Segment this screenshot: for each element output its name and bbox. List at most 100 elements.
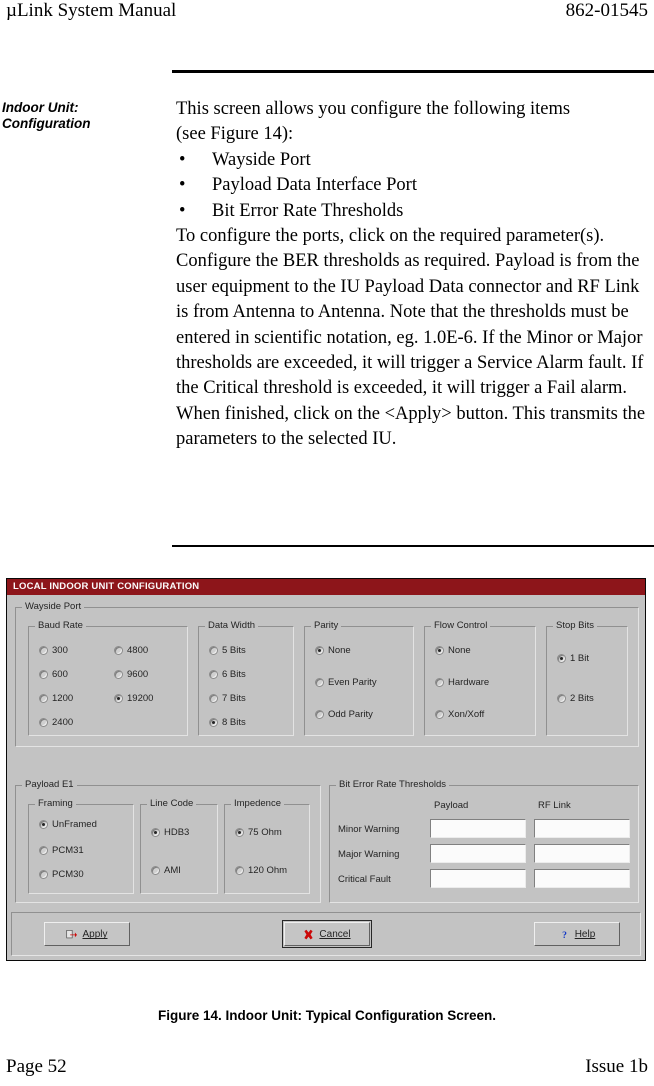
radio-indicator[interactable] xyxy=(557,694,566,703)
radio-indicator-selected[interactable] xyxy=(557,654,566,663)
group-payload-e1-label: Payload E1 xyxy=(22,779,77,790)
radio-data-width-7-bits[interactable]: 7 Bits xyxy=(209,693,246,704)
radio-label: 1 Bit xyxy=(570,653,590,664)
apply-icon xyxy=(66,929,78,938)
radio-impedence-120-ohm[interactable]: 120 Ohm xyxy=(235,865,287,876)
group-payload-e1: Payload E1 Framing UnFramed PCM31 PCM30 … xyxy=(15,779,321,903)
radio-label: Xon/Xoff xyxy=(448,709,485,720)
group-wayside-port: Wayside Port Baud Rate 300 600 1200 2400… xyxy=(15,601,639,747)
radio-baud-600[interactable]: 600 xyxy=(39,669,68,680)
radio-indicator-selected[interactable] xyxy=(209,718,218,727)
manual-title: µLink System Manual xyxy=(6,0,177,21)
radio-indicator-selected[interactable] xyxy=(435,646,444,655)
radio-data-width-6-bits[interactable]: 6 Bits xyxy=(209,669,246,680)
bullet-glyph: • xyxy=(179,149,186,170)
radio-indicator[interactable] xyxy=(435,710,444,719)
radio-line-code-hdb3[interactable]: HDB3 xyxy=(151,827,189,838)
radio-baud-19200[interactable]: 19200 xyxy=(114,693,153,704)
radio-label: AMI xyxy=(164,865,181,876)
body-text-column: This screen allows you configure the fol… xyxy=(176,97,650,453)
input-minor-warning-payload[interactable] xyxy=(430,819,526,838)
list-item: • Payload Data Interface Port xyxy=(176,173,650,198)
dialog-title: LOCAL INDOOR UNIT CONFIGURATION xyxy=(13,581,200,592)
intro-line-2: (see Figure 14): xyxy=(176,124,294,145)
radio-indicator[interactable] xyxy=(114,670,123,679)
radio-indicator[interactable] xyxy=(315,710,324,719)
radio-data-width-5-bits[interactable]: 5 Bits xyxy=(209,645,246,656)
radio-framing-unframed[interactable]: UnFramed xyxy=(39,819,97,830)
row-label-critical-fault: Critical Fault xyxy=(338,874,391,885)
radio-line-code-ami[interactable]: AMI xyxy=(151,865,181,876)
radio-indicator[interactable] xyxy=(209,694,218,703)
input-critical-fault-rf-link[interactable] xyxy=(534,869,630,888)
radio-indicator[interactable] xyxy=(39,846,48,855)
cancel-button[interactable]: Cancel xyxy=(282,920,372,948)
group-flow-control-label: Flow Control xyxy=(431,620,491,631)
bottom-horizontal-rule xyxy=(172,545,654,547)
radio-indicator-selected[interactable] xyxy=(235,828,244,837)
dialog-button-bar: Apply Cancel ? Help xyxy=(11,912,641,956)
radio-flow-hardware[interactable]: Hardware xyxy=(435,677,489,688)
group-ber-thresholds-label: Bit Error Rate Thresholds xyxy=(336,779,450,790)
input-major-warning-rf-link[interactable] xyxy=(534,844,630,863)
group-framing: Framing UnFramed PCM31 PCM30 xyxy=(28,798,134,894)
radio-indicator-selected[interactable] xyxy=(315,646,324,655)
radio-indicator[interactable] xyxy=(114,646,123,655)
list-item-label: Wayside Port xyxy=(212,149,311,170)
radio-label: Hardware xyxy=(448,677,490,688)
side-heading-line-2: Configuration xyxy=(2,116,91,131)
radio-indicator[interactable] xyxy=(435,678,444,687)
radio-indicator[interactable] xyxy=(39,646,48,655)
group-line-code: Line Code HDB3 AMI xyxy=(140,798,218,894)
radio-indicator[interactable] xyxy=(151,866,160,875)
radio-label: 7 Bits xyxy=(222,693,246,704)
radio-indicator-selected[interactable] xyxy=(114,694,123,703)
side-heading: Indoor Unit: Configuration xyxy=(2,100,162,132)
input-minor-warning-rf-link[interactable] xyxy=(534,819,630,838)
radio-label: 300 xyxy=(52,645,68,656)
radio-label: HDB3 xyxy=(164,827,190,838)
radio-data-width-8-bits[interactable]: 8 Bits xyxy=(209,717,246,728)
radio-label: Even Parity xyxy=(328,677,377,688)
radio-baud-4800[interactable]: 4800 xyxy=(114,645,148,656)
dialog-title-bar: LOCAL INDOOR UNIT CONFIGURATION xyxy=(7,579,645,595)
radio-label: 2400 xyxy=(52,717,74,728)
radio-stop-bits-2[interactable]: 2 Bits xyxy=(557,693,594,704)
radio-baud-300[interactable]: 300 xyxy=(39,645,68,656)
radio-stop-bits-1[interactable]: 1 Bit xyxy=(557,653,589,664)
radio-parity-none[interactable]: None xyxy=(315,645,351,656)
radio-impedence-75-ohm[interactable]: 75 Ohm xyxy=(235,827,282,838)
radio-indicator[interactable] xyxy=(235,866,244,875)
radio-indicator[interactable] xyxy=(39,694,48,703)
feature-bullet-list: • Wayside Port • Payload Data Interface … xyxy=(176,148,650,224)
radio-indicator[interactable] xyxy=(209,646,218,655)
document-number: 862-01545 xyxy=(565,0,648,21)
apply-button[interactable]: Apply xyxy=(44,922,130,946)
radio-baud-1200[interactable]: 1200 xyxy=(39,693,73,704)
list-item: • Wayside Port xyxy=(176,148,650,173)
radio-indicator[interactable] xyxy=(39,870,48,879)
radio-parity-even[interactable]: Even Parity xyxy=(315,677,377,688)
radio-flow-none[interactable]: None xyxy=(435,645,471,656)
input-critical-fault-payload[interactable] xyxy=(430,869,526,888)
radio-baud-2400[interactable]: 2400 xyxy=(39,717,73,728)
help-button[interactable]: ? Help xyxy=(534,922,620,946)
radio-flow-xon-xoff[interactable]: Xon/Xoff xyxy=(435,709,484,720)
radio-parity-odd[interactable]: Odd Parity xyxy=(315,709,373,720)
group-baud-rate: Baud Rate 300 600 1200 2400 4800 9600 19… xyxy=(28,620,188,736)
radio-indicator[interactable] xyxy=(39,718,48,727)
radio-indicator[interactable] xyxy=(209,670,218,679)
radio-baud-9600[interactable]: 9600 xyxy=(114,669,148,680)
issue-number: Issue 1b xyxy=(585,1056,648,1077)
radio-indicator[interactable] xyxy=(39,670,48,679)
radio-indicator[interactable] xyxy=(315,678,324,687)
radio-indicator-selected[interactable] xyxy=(39,820,48,829)
radio-indicator-selected[interactable] xyxy=(151,828,160,837)
radio-framing-pcm30[interactable]: PCM30 xyxy=(39,869,84,880)
svg-text:?: ? xyxy=(562,929,567,939)
dialog-body: Wayside Port Baud Rate 300 600 1200 2400… xyxy=(7,595,645,960)
list-item: • Bit Error Rate Thresholds xyxy=(176,199,650,224)
radio-framing-pcm31[interactable]: PCM31 xyxy=(39,845,84,856)
radio-label: PCM30 xyxy=(52,869,84,880)
input-major-warning-payload[interactable] xyxy=(430,844,526,863)
